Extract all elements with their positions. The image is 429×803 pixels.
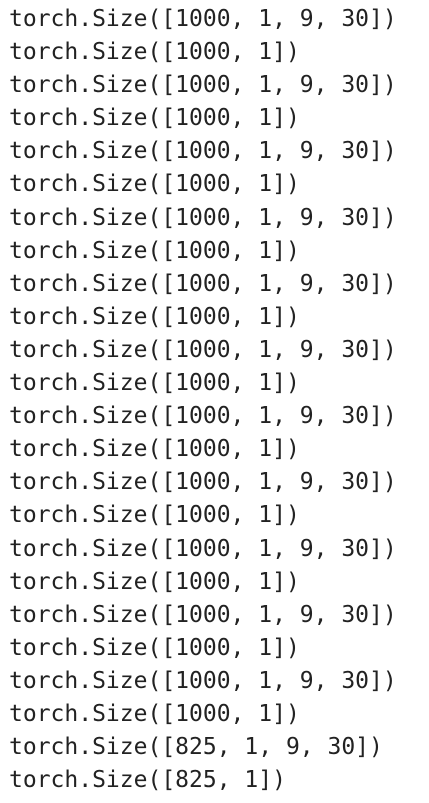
output-line-11: torch.Size([1000, 1, 9, 30]) [9,336,397,363]
output-line-19: torch.Size([1000, 1, 9, 30]) [9,601,397,628]
console-output: torch.Size([1000, 1, 9, 30]) torch.Size(… [0,0,429,803]
output-line-13: torch.Size([1000, 1, 9, 30]) [9,403,397,430]
output-line-17: torch.Size([1000, 1, 9, 30]) [9,535,397,562]
output-line-20: torch.Size([1000, 1]) [9,634,300,661]
output-line-8: torch.Size([1000, 1]) [9,237,300,264]
output-line-2: torch.Size([1000, 1]) [9,39,300,66]
output-line-5: torch.Size([1000, 1, 9, 30]) [9,138,397,165]
output-line-18: torch.Size([1000, 1]) [9,568,300,595]
output-line-21: torch.Size([1000, 1, 9, 30]) [9,667,397,694]
output-line-3: torch.Size([1000, 1, 9, 30]) [9,72,397,99]
output-line-22: torch.Size([1000, 1]) [9,700,300,727]
output-line-4: torch.Size([1000, 1]) [9,105,300,132]
output-line-15: torch.Size([1000, 1, 9, 30]) [9,469,397,496]
output-line-16: torch.Size([1000, 1]) [9,502,300,529]
output-line-24: torch.Size([825, 1]) [9,767,286,794]
output-line-14: torch.Size([1000, 1]) [9,436,300,463]
output-line-12: torch.Size([1000, 1]) [9,370,300,397]
output-line-6: torch.Size([1000, 1]) [9,171,300,198]
output-line-1: torch.Size([1000, 1, 9, 30]) [9,6,397,32]
output-line-7: torch.Size([1000, 1, 9, 30]) [9,204,397,231]
output-line-23: torch.Size([825, 1, 9, 30]) [9,734,383,761]
output-line-9: torch.Size([1000, 1, 9, 30]) [9,270,397,297]
output-line-10: torch.Size([1000, 1]) [9,303,300,330]
